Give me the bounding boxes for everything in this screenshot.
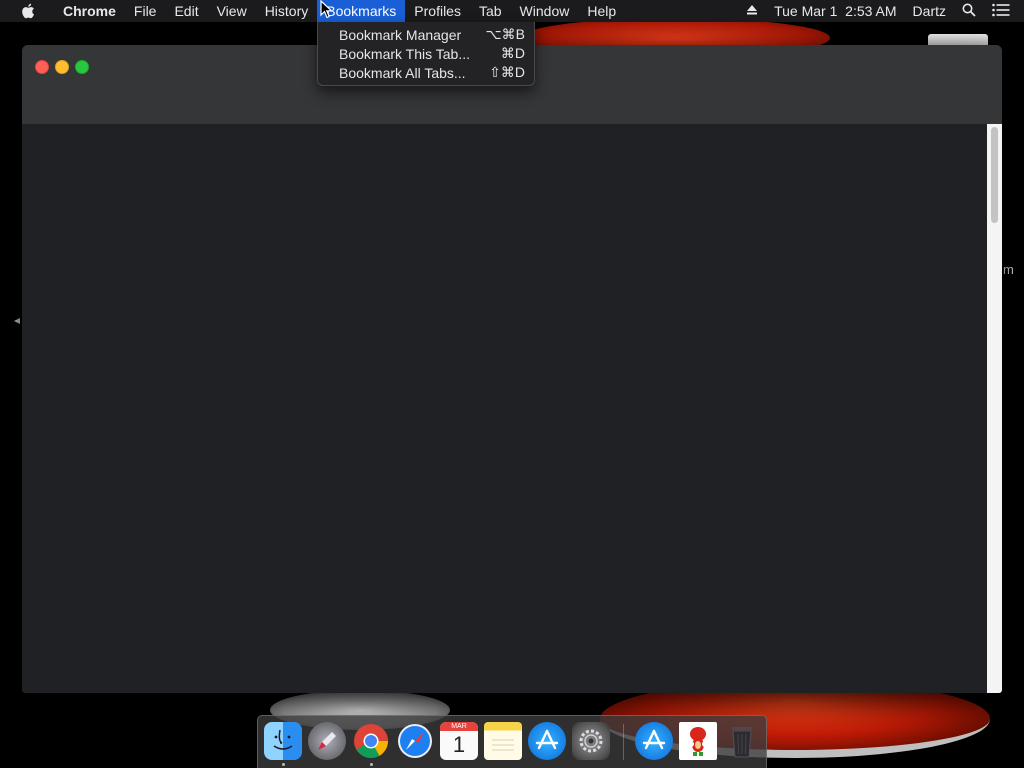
app-store-folder-icon[interactable] <box>635 722 673 760</box>
notification-center-icon[interactable] <box>984 3 1024 20</box>
clock[interactable]: Tue Mar 1 2:53 AM <box>766 3 904 19</box>
menu-item-label: Bookmark All Tabs... <box>339 64 466 81</box>
dock-separator <box>623 724 624 760</box>
app-store-icon[interactable] <box>528 722 566 760</box>
finder-icon[interactable] <box>264 722 302 760</box>
menu-item-label: Bookmark This Tab... <box>339 45 470 62</box>
desktop-item-label: m <box>1003 262 1014 277</box>
menu-item-shortcut: ⌘D <box>500 45 525 61</box>
running-indicator <box>370 763 373 766</box>
close-window-button[interactable] <box>35 60 49 74</box>
notes-icon[interactable] <box>484 722 522 760</box>
menu-item-shortcut: ⌥⌘B <box>485 26 525 42</box>
menu-profiles[interactable]: Profiles <box>405 0 470 22</box>
spotlight-search-icon[interactable] <box>954 3 984 20</box>
menu-bar: Chrome File Edit View History Bookmarks … <box>0 0 1024 22</box>
desktop-arrow-icon <box>14 318 20 324</box>
menu-window[interactable]: Window <box>511 0 579 22</box>
safari-icon[interactable] <box>396 722 434 760</box>
menu-item-bookmark-all-tabs[interactable]: Bookmark All Tabs... ⇧⌘D <box>318 63 534 82</box>
launchpad-icon[interactable] <box>308 722 346 760</box>
page-content-area[interactable] <box>22 124 987 693</box>
running-indicator <box>282 763 285 766</box>
maximize-window-button[interactable] <box>75 60 89 74</box>
minimize-window-button[interactable] <box>55 60 69 74</box>
menu-history[interactable]: History <box>256 0 318 22</box>
menu-tab[interactable]: Tab <box>470 0 511 22</box>
chrome-window <box>22 45 1002 693</box>
bookmarks-menu: Bookmark Manager ⌥⌘B Bookmark This Tab..… <box>317 22 535 86</box>
apple-icon[interactable] <box>18 0 38 22</box>
menu-item-bookmark-manager[interactable]: Bookmark Manager ⌥⌘B <box>318 25 534 44</box>
menu-item-label: Bookmark Manager <box>339 26 462 43</box>
calendar-icon[interactable]: MAR 1 <box>440 722 478 760</box>
chrome-icon[interactable] <box>352 722 390 760</box>
trash-icon[interactable] <box>723 722 761 760</box>
menu-item-shortcut: ⇧⌘D <box>489 64 525 80</box>
menu-app-chrome[interactable]: Chrome <box>54 0 125 22</box>
vertical-scrollbar[interactable] <box>987 124 1002 693</box>
menu-bar-status-area: Tue Mar 1 2:53 AM Dartz <box>738 0 1024 22</box>
scrollbar-thumb[interactable] <box>991 127 998 223</box>
system-preferences-icon[interactable] <box>572 722 610 760</box>
menu-edit[interactable]: Edit <box>165 0 207 22</box>
menu-file[interactable]: File <box>125 0 166 22</box>
dock: MAR 1 <box>257 715 767 768</box>
calendar-day: 1 <box>452 732 466 757</box>
menu-item-bookmark-this-tab[interactable]: Bookmark This Tab... ⌘D <box>318 44 534 63</box>
menu-view[interactable]: View <box>208 0 256 22</box>
mouse-cursor-icon <box>320 0 334 19</box>
knuckles-icon[interactable] <box>679 722 717 760</box>
user-name[interactable]: Dartz <box>905 3 954 19</box>
eject-icon[interactable] <box>738 3 766 19</box>
calendar-month: MAR <box>440 722 478 731</box>
menu-help[interactable]: Help <box>578 0 625 22</box>
